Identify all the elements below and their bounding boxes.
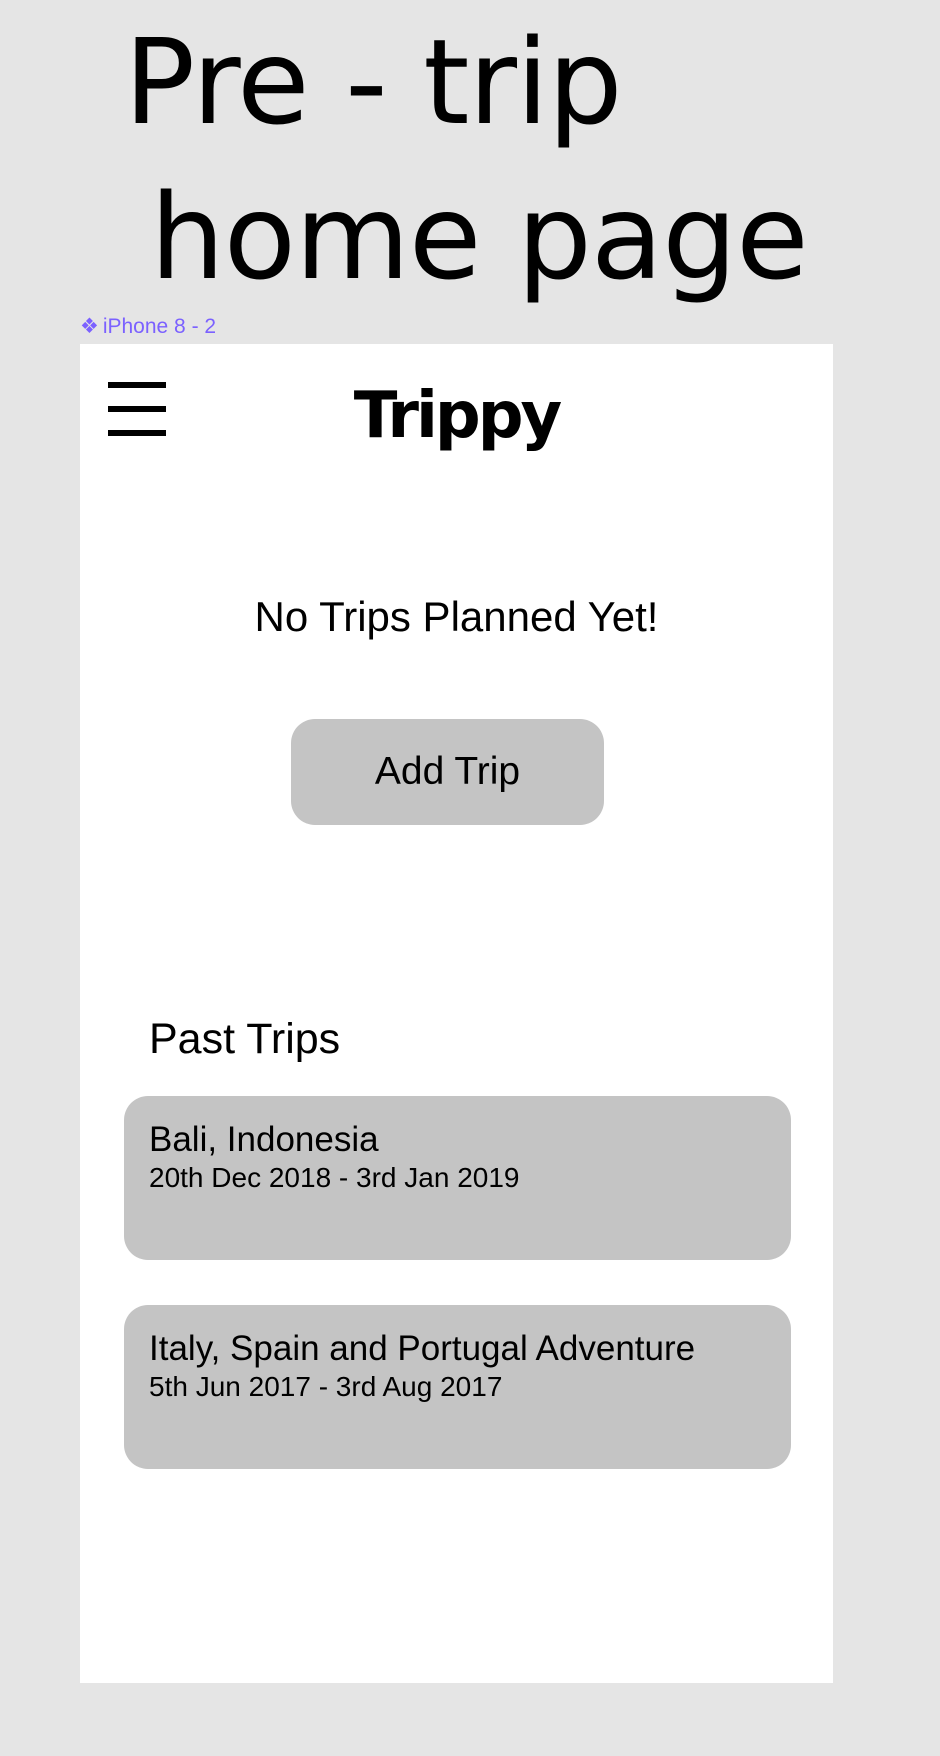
past-trips-heading: Past Trips: [149, 1015, 341, 1063]
empty-state-message: No Trips Planned Yet!: [254, 593, 659, 640]
canvas-title-line-2: home page: [150, 168, 809, 306]
frame-label[interactable]: ❖ iPhone 8 - 2: [80, 314, 216, 339]
trip-dates: 5th Jun 2017 - 3rd Aug 2017: [149, 1371, 503, 1403]
trip-name: Italy, Spain and Portugal Adventure: [149, 1329, 696, 1368]
phone-frame: Trippy No Trips Planned Yet! Add Trip Pa…: [80, 344, 833, 1683]
trip-dates: 20th Dec 2018 - 3rd Jan 2019: [149, 1162, 520, 1194]
frame-label-text: iPhone 8 - 2: [102, 315, 217, 338]
canvas-title-line-1: Pre - trip: [124, 13, 623, 151]
component-icon: ❖: [80, 315, 99, 338]
past-trip-card[interactable]: Bali, Indonesia 20th Dec 2018 - 3rd Jan …: [124, 1096, 791, 1260]
app-logo: Trippy: [353, 379, 562, 453]
past-trip-card[interactable]: Italy, Spain and Portugal Adventure 5th …: [124, 1305, 791, 1469]
trip-name: Bali, Indonesia: [149, 1120, 379, 1159]
add-trip-button[interactable]: Add Trip: [291, 719, 604, 825]
